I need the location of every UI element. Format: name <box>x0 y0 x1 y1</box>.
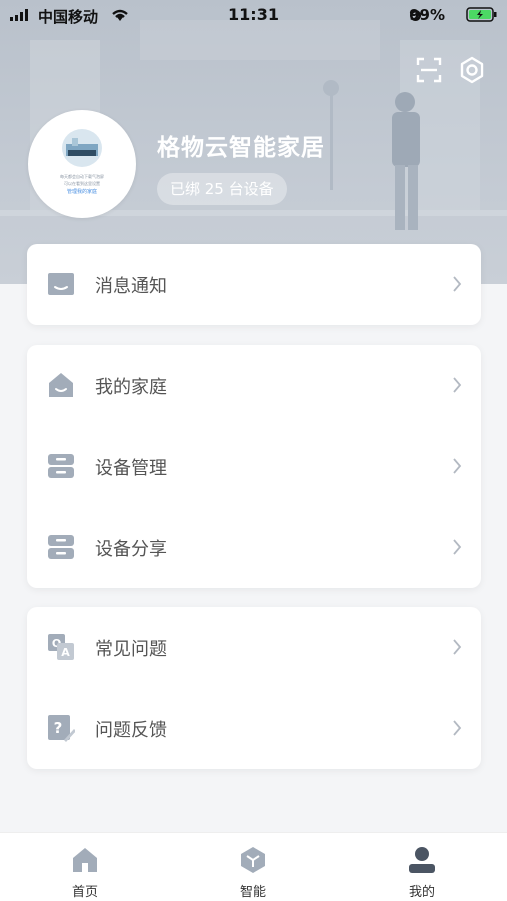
menu-item-faq[interactable]: Q A 常见问题 <box>27 607 481 688</box>
help-card: Q A 常见问题 ? 问题反馈 <box>27 607 481 769</box>
feedback-icon: ? <box>48 715 75 742</box>
avatar-caption-2: 可以在看到这里设置 <box>64 181 100 186</box>
home-device-card: 我的家庭 设备管理 设备分享 <box>27 345 481 588</box>
faq-icon: Q A <box>48 634 74 660</box>
house-icon <box>49 373 73 397</box>
status-bar: 中国移动 11:31 99% <box>0 0 507 30</box>
chevron-right-icon <box>453 377 462 393</box>
header-banner: 中国移动 11:31 99% 每天都会自动下载气泡屏 可以在看到这里设置 管理我… <box>0 0 507 284</box>
menu-label-device-share: 设备分享 <box>95 539 167 560</box>
message-icon <box>48 273 74 295</box>
menu-item-my-home[interactable]: 我的家庭 <box>27 345 481 426</box>
menu-item-device-manage[interactable]: 设备管理 <box>27 426 481 507</box>
chevron-right-icon <box>453 539 462 555</box>
tab-label-mine: 我的 <box>408 885 435 900</box>
menu-item-device-share[interactable]: 设备分享 <box>27 507 481 588</box>
home-avatar[interactable]: 每天都会自动下载气泡屏 可以在看到这里设置 管理我的家庭 <box>28 110 136 218</box>
cube-icon <box>241 847 265 873</box>
menu-label-faq: 常见问题 <box>95 639 167 660</box>
tab-smart[interactable]: 智能 <box>203 833 303 901</box>
tab-label-home: 首页 <box>71 885 98 900</box>
menu-label-message: 消息通知 <box>95 276 167 297</box>
cabinet-icon <box>48 454 74 478</box>
device-count-badge[interactable]: 已绑 25 台设备 <box>157 173 287 205</box>
home-name[interactable]: 格物云智能家居 <box>157 128 325 162</box>
settings-icon[interactable] <box>457 55 487 85</box>
menu-label-my-home: 我的家庭 <box>95 377 167 398</box>
battery-icon <box>466 7 497 22</box>
menu-item-feedback[interactable]: ? 问题反馈 <box>27 688 481 769</box>
house-icon <box>73 848 97 872</box>
avatar-caption-1: 每天都会自动下载气泡屏 <box>60 174 104 179</box>
svg-text:A: A <box>61 646 70 659</box>
tab-home[interactable]: 首页 <box>35 833 135 901</box>
chevron-right-icon <box>453 276 462 292</box>
menu-label-feedback: 问题反馈 <box>95 720 167 741</box>
avatar-caption-link[interactable]: 管理我的家庭 <box>28 189 136 195</box>
scan-icon[interactable] <box>414 55 444 85</box>
bottom-tab-bar: 首页 智能 我的 <box>0 832 507 901</box>
tab-mine[interactable]: 我的 <box>372 833 472 901</box>
battery-percent: 99% <box>409 6 445 24</box>
svg-text:?: ? <box>54 719 63 737</box>
menu-label-device-manage: 设备管理 <box>95 458 167 479</box>
tab-label-smart: 智能 <box>239 885 266 900</box>
chevron-right-icon <box>453 720 462 736</box>
cabinet-icon <box>48 535 74 559</box>
home-thumbnail <box>62 129 102 167</box>
user-icon <box>409 847 435 873</box>
menu-item-message[interactable]: 消息通知 <box>27 244 481 325</box>
chevron-right-icon <box>453 458 462 474</box>
message-card: 消息通知 <box>27 244 481 325</box>
chevron-right-icon <box>453 639 462 655</box>
